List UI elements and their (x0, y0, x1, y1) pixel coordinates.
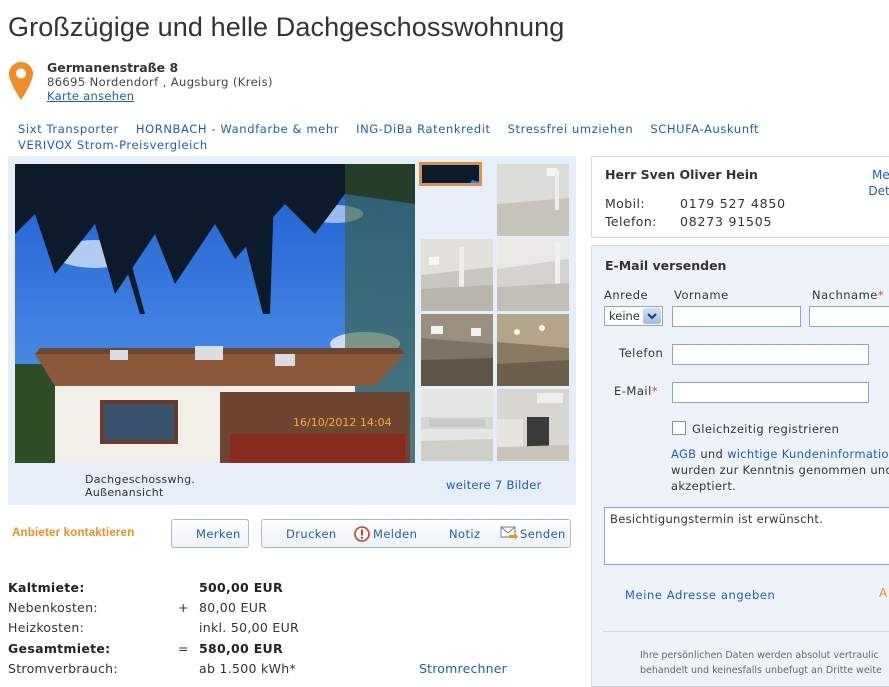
remember-button[interactable]: Merken (171, 519, 249, 548)
location-pin-icon (9, 62, 33, 100)
address-street: Germanenstraße 8 (47, 60, 179, 75)
agent-more-link[interactable]: Me Det (868, 167, 889, 199)
report-button[interactable]: Melden (373, 527, 417, 541)
phone-field-label: Telefon (619, 346, 664, 360)
message-textarea[interactable]: Besichtigungstermin ist erwünscht. (604, 507, 889, 565)
divider (603, 631, 889, 632)
salutation-select[interactable]: keine (604, 306, 663, 326)
map-link[interactable]: Karte ansehen (47, 89, 134, 103)
note-button[interactable]: Notiz (449, 527, 480, 541)
phone-input[interactable] (672, 344, 869, 365)
email-input[interactable] (672, 382, 869, 403)
ad-link[interactable]: HORNBACH - Wandfarbe & mehr (136, 122, 339, 136)
customer-info-link[interactable]: wichtige Kundeninformatio (727, 447, 889, 461)
caption-line-2: Außenansicht (85, 486, 164, 499)
ad-link[interactable]: ING-DiBa Ratenkredit (356, 122, 491, 136)
send-envelope-icon (500, 526, 518, 540)
mobile-label: Mobil: (605, 196, 645, 211)
action-bar: Drucken Melden Notiz Senden (261, 519, 571, 548)
remember-label: Merken (196, 527, 241, 541)
salutation-label: Anrede (604, 288, 649, 302)
ad-links: Sixt Transporter HORNBACH - Wandfarbe & m… (18, 121, 858, 153)
firstname-label: Vorname (674, 288, 729, 302)
email-field-label: E-Mail* (614, 384, 659, 398)
email-form-heading: E-Mail versenden (605, 258, 727, 273)
my-address-link[interactable]: Meine Adresse angeben (625, 588, 775, 602)
thumbnail-5[interactable] (421, 314, 493, 386)
agent-name: Herr Sven Oliver Hein (605, 167, 758, 182)
print-button[interactable]: Drucken (286, 527, 337, 541)
lastname-label: Nachname* (812, 288, 885, 302)
thumbnail-4[interactable] (497, 239, 569, 311)
photo-timestamp: 16/10/2012 14:04 (293, 416, 392, 429)
contact-provider-label[interactable]: Anbieter kontaktieren (12, 527, 134, 539)
phone-number[interactable]: 08273 91505 (680, 214, 772, 229)
thumbnail-6[interactable] (497, 314, 569, 386)
thumbnail-7[interactable] (421, 389, 493, 461)
thumbnail-1[interactable] (419, 162, 482, 186)
ad-link[interactable]: SCHUFA-Auskunft (650, 122, 759, 136)
report-icon (354, 526, 370, 542)
more-pictures-link[interactable]: weitere 7 Bilder (446, 478, 542, 492)
address-city: 86695 Nordendorf , Augsburg (Kreis) (47, 75, 273, 89)
thumbnail-8[interactable] (497, 389, 569, 461)
page-title: Großzügige und helle Dachgeschosswohnung (8, 12, 565, 42)
submit-button[interactable]: A (879, 586, 887, 600)
lastname-input[interactable] (809, 306, 889, 327)
mobile-number[interactable]: 0179 527 4850 (680, 196, 786, 211)
terms-text: AGB und wichtige Kundeninformatio wurden… (671, 447, 889, 493)
send-button[interactable]: Senden (520, 527, 566, 541)
privacy-note: Ihre persönlichen Daten werden absolut v… (640, 650, 882, 676)
register-checkbox[interactable] (672, 421, 686, 435)
register-label: Gleichzeitig registrieren (692, 422, 840, 436)
caption-line-1: Dachgeschosswhg. (85, 473, 196, 486)
ad-link[interactable]: VERIVOX Strom-Preisvergleich (18, 138, 208, 152)
photo-caption: Dachgeschosswhg. Außenansicht (85, 473, 195, 499)
thumbnail-2[interactable] (497, 164, 569, 236)
phone-label: Telefon: (605, 214, 657, 229)
power-calculator-link[interactable]: Stromrechner (419, 661, 507, 676)
firstname-input[interactable] (672, 306, 801, 327)
main-photo[interactable]: 16/10/2012 14:04 (15, 164, 415, 463)
agb-link[interactable]: AGB (671, 447, 696, 461)
chevron-down-icon (643, 308, 661, 324)
ad-link[interactable]: Stressfrei umziehen (508, 122, 634, 136)
ad-link[interactable]: Sixt Transporter (18, 122, 119, 136)
thumbnail-3[interactable] (421, 239, 493, 311)
